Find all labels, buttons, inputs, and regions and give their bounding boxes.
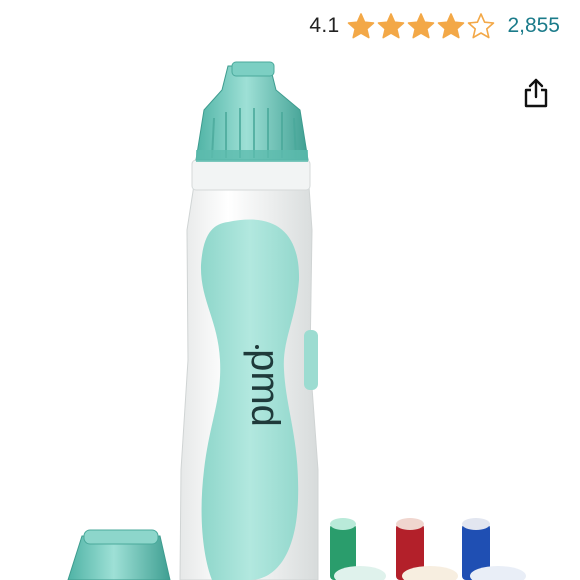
side-button [304, 330, 318, 390]
star-full-icon [438, 13, 465, 39]
share-icon [524, 78, 548, 108]
star-rating [347, 12, 495, 40]
device-body: pmd [179, 171, 319, 580]
rating-bar[interactable]: 4.1 2,855 [309, 8, 560, 44]
device-collar [191, 159, 311, 191]
replacement-discs [330, 518, 526, 580]
product-image: pmd [67, 61, 526, 580]
star-full-icon [378, 13, 405, 39]
star-partial-icon [468, 13, 495, 39]
brand-mark: pmd [243, 349, 287, 427]
star-full-icon [348, 13, 375, 39]
review-count-link[interactable]: 2,855 [507, 14, 560, 38]
device-cap [195, 61, 309, 162]
rating-value: 4.1 [309, 14, 340, 37]
star-full-icon [408, 13, 435, 39]
share-button[interactable] [519, 76, 553, 110]
spare-cap [67, 529, 171, 580]
